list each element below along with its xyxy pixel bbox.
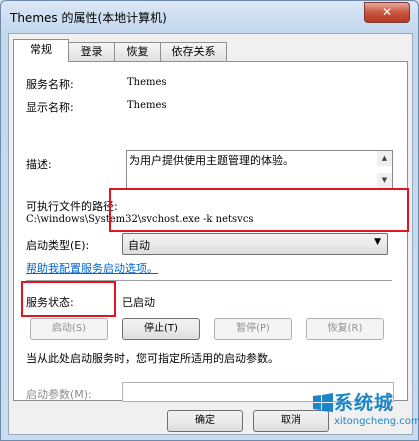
- pause-button-label: 暂停(P): [236, 323, 270, 334]
- watermark: 系统城 xitongcheng.com: [312, 384, 419, 436]
- ok-button[interactable]: 确定: [167, 410, 243, 432]
- watermark-title: 系统城: [334, 392, 395, 414]
- stop-button-label: 停止(T): [144, 323, 178, 334]
- highlight-startup-type: [109, 188, 409, 232]
- stop-service-button[interactable]: 停止(T): [122, 318, 200, 340]
- description-text: 为用户提供使用主题管理的体验。: [129, 154, 294, 167]
- dialog-body: 常规 登录 恢复 依存关系 服务名称: Themes 显示名称: Themes …: [8, 33, 413, 435]
- tab-logon[interactable]: 登录: [68, 42, 115, 61]
- title-bar: Themes 的属性(本地计算机) ✕: [1, 1, 418, 31]
- pause-service-button[interactable]: 暂停(P): [214, 318, 292, 340]
- tab-recovery[interactable]: 恢复: [114, 42, 161, 61]
- description-box[interactable]: 为用户提供使用主题管理的体验。 ▲ ▼: [126, 150, 393, 189]
- tab-dependencies-label: 依存关系: [171, 45, 216, 58]
- cancel-button-label: 取消: [281, 415, 301, 426]
- display-name-value: Themes: [127, 100, 167, 111]
- window-title: Themes 的属性(本地计算机): [10, 11, 167, 25]
- windows-logo-icon: [313, 393, 333, 412]
- resume-button-label: 恢复(R): [327, 323, 363, 334]
- start-params-label: 启动参数(M):: [26, 388, 92, 401]
- dropdown-arrow-icon: ▼: [374, 237, 381, 247]
- ok-button-label: 确定: [195, 415, 215, 426]
- service-name-value: Themes: [127, 77, 167, 88]
- service-name-label: 服务名称:: [26, 78, 74, 91]
- start-button-label: 启动(S): [51, 323, 87, 334]
- display-name-label: 显示名称:: [26, 101, 74, 114]
- service-status-value: 已启动: [122, 296, 155, 309]
- tab-general-label: 常规: [30, 43, 52, 56]
- tab-dependencies[interactable]: 依存关系: [160, 42, 227, 61]
- scroll-down-icon[interactable]: ▼: [377, 173, 392, 188]
- startup-type-value: 自动: [128, 239, 150, 252]
- resume-service-button[interactable]: 恢复(R): [306, 318, 384, 340]
- tab-recovery-label: 恢复: [126, 45, 149, 58]
- tab-general[interactable]: 常规: [13, 39, 69, 62]
- description-label: 描述:: [26, 158, 52, 171]
- scroll-up-icon[interactable]: ▲: [377, 151, 392, 166]
- startup-type-select[interactable]: 自动 ▼: [122, 233, 388, 255]
- close-icon: ✕: [381, 5, 393, 19]
- startup-type-label: 启动类型(E):: [26, 239, 90, 252]
- help-configure-startup-link[interactable]: 帮助我配置服务启动选项。: [26, 260, 158, 276]
- start-service-button[interactable]: 启动(S): [30, 318, 108, 340]
- watermark-url: xitongcheng.com: [334, 416, 419, 427]
- tab-logon-label: 登录: [80, 45, 103, 58]
- highlight-start-button: [21, 281, 116, 317]
- close-button[interactable]: ✕: [364, 2, 410, 23]
- start-params-hint: 当从此处启动服务时，您可指定所适用的启动参数。: [26, 352, 279, 365]
- exe-path-label: 可执行文件的路径:: [26, 200, 118, 213]
